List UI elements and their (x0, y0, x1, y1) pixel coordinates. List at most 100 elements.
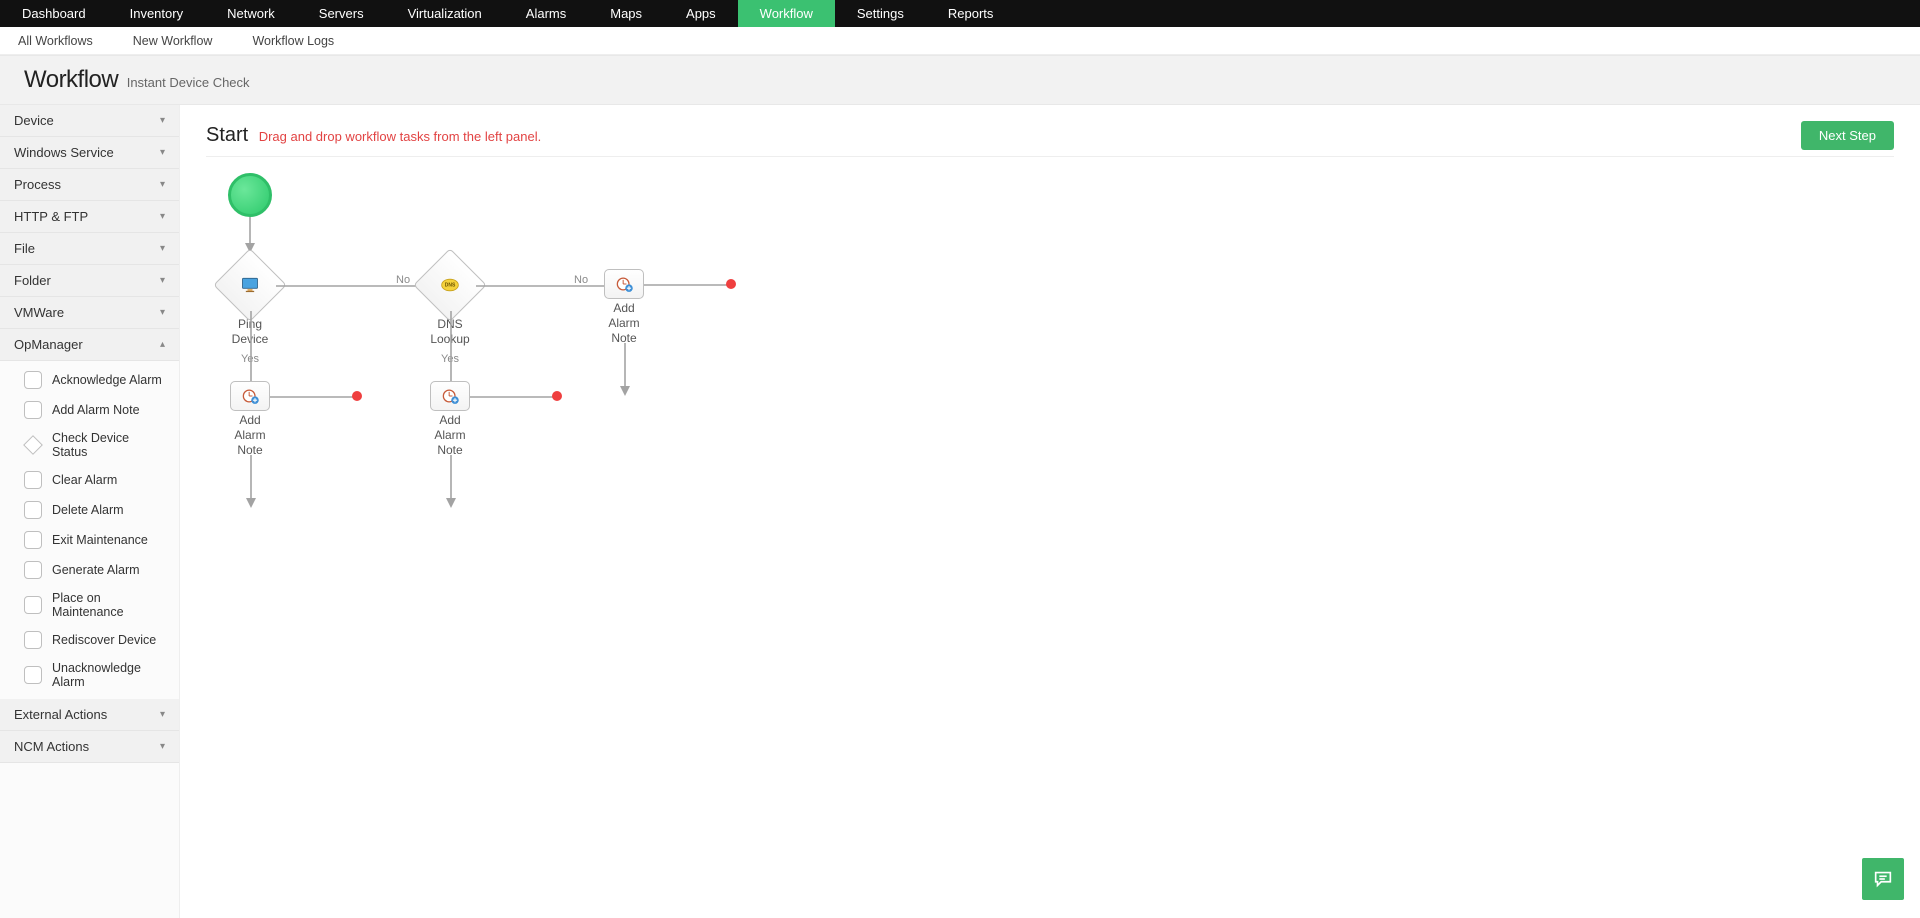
topnav-item-inventory[interactable]: Inventory (108, 0, 205, 27)
end-dot[interactable] (352, 391, 362, 401)
palette-task-label: Delete Alarm (52, 503, 124, 517)
palette-task-unacknowledge-alarm[interactable]: Unacknowledge Alarm (0, 655, 179, 695)
chevron-down-icon: ▾ (160, 115, 165, 126)
palette-group-label: Device (14, 113, 54, 128)
connector (449, 311, 453, 381)
node-add-alarm-note-top[interactable] (604, 269, 644, 299)
canvas-step-label: Start (206, 124, 248, 146)
palette-task-generate-alarm[interactable]: Generate Alarm (0, 555, 179, 585)
workflow-canvas[interactable]: Ping Device No DNS DNS Lookup No (206, 173, 1894, 733)
topnav-item-dashboard[interactable]: Dashboard (0, 0, 108, 27)
dns-icon: DNS (437, 275, 463, 295)
palette-group-http-ftp[interactable]: HTTP & FTP▾ (0, 201, 179, 233)
alarm-clock-add-icon (613, 274, 635, 294)
palette-task-label: Generate Alarm (52, 563, 140, 577)
palette-group-ncm-actions[interactable]: NCM Actions▾ (0, 731, 179, 763)
palette-task-exit-maintenance[interactable]: Exit Maintenance (0, 525, 179, 555)
rounded-shape-icon (24, 561, 42, 579)
palette-group-label: HTTP & FTP (14, 209, 88, 224)
connector (270, 395, 355, 399)
connector (470, 395, 555, 399)
topnav-item-maps[interactable]: Maps (588, 0, 664, 27)
main: Device▾Windows Service▾Process▾HTTP & FT… (0, 105, 1920, 918)
rounded-shape-icon (24, 371, 42, 389)
rounded-shape-icon (24, 666, 42, 684)
palette-group-vmware[interactable]: VMWare▾ (0, 297, 179, 329)
alarm-clock-add-icon (439, 386, 461, 406)
task-palette: Device▾Windows Service▾Process▾HTTP & FT… (0, 105, 180, 918)
palette-group-external-actions[interactable]: External Actions ▾ (0, 699, 179, 731)
canvas-hint: Drag and drop workflow tasks from the le… (259, 129, 542, 144)
start-node[interactable] (228, 173, 272, 217)
palette-task-label: Acknowledge Alarm (52, 373, 162, 387)
palette-group-label: NCM Actions (14, 739, 89, 754)
rounded-shape-icon (24, 596, 42, 614)
palette-task-label: Rediscover Device (52, 633, 156, 647)
canvas-header: Start Drag and drop workflow tasks from … (206, 121, 1894, 157)
connector (623, 343, 627, 398)
palette-group-windows-service[interactable]: Windows Service▾ (0, 137, 179, 169)
subnav-item-new-workflow[interactable]: New Workflow (133, 34, 213, 48)
connector (249, 217, 251, 253)
connector (449, 455, 453, 510)
topnav-item-workflow[interactable]: Workflow (738, 0, 835, 27)
palette-task-place-on-maintenance[interactable]: Place on Maintenance (0, 585, 179, 625)
palette-group-process[interactable]: Process▾ (0, 169, 179, 201)
topnav: DashboardInventoryNetworkServersVirtuali… (0, 0, 1920, 27)
node-add-alarm-note-mid[interactable] (430, 381, 470, 411)
end-dot[interactable] (552, 391, 562, 401)
topnav-item-reports[interactable]: Reports (926, 0, 1016, 27)
palette-task-acknowledge-alarm[interactable]: Acknowledge Alarm (0, 365, 179, 395)
edge-label-no: No (574, 274, 588, 286)
palette-task-clear-alarm[interactable]: Clear Alarm (0, 465, 179, 495)
palette-task-delete-alarm[interactable]: Delete Alarm (0, 495, 179, 525)
palette-group-label: OpManager (14, 337, 83, 352)
chat-fab[interactable] (1862, 858, 1904, 900)
palette-group-device[interactable]: Device ▾ (0, 105, 179, 137)
node-add-alarm-note-left-label: Add Alarm Note (225, 413, 275, 458)
palette-group-file[interactable]: File ▾ (0, 233, 179, 265)
chevron-down-icon: ▾ (160, 275, 165, 286)
subnav: All Workflows New Workflow Workflow Logs (0, 27, 1920, 55)
canvas-wrap: Start Drag and drop workflow tasks from … (180, 105, 1920, 918)
topnav-item-settings[interactable]: Settings (835, 0, 926, 27)
monitor-icon (237, 275, 263, 295)
rounded-shape-icon (24, 401, 42, 419)
palette-group-folder[interactable]: Folder▾ (0, 265, 179, 297)
rounded-shape-icon (24, 631, 42, 649)
chevron-down-icon: ▾ (160, 709, 165, 720)
page-subtitle: Instant Device Check (127, 75, 250, 90)
palette-task-label: Add Alarm Note (52, 403, 140, 417)
palette-task-rediscover-device[interactable]: Rediscover Device (0, 625, 179, 655)
chevron-down-icon: ▾ (160, 243, 165, 254)
topnav-item-virtualization[interactable]: Virtualization (386, 0, 504, 27)
node-add-alarm-note-left[interactable] (230, 381, 270, 411)
palette-group-opmanager[interactable]: OpManager▴ (0, 329, 179, 361)
palette-group-label: External Actions (14, 707, 107, 722)
subnav-item-workflow-logs[interactable]: Workflow Logs (252, 34, 334, 48)
rounded-shape-icon (24, 531, 42, 549)
next-step-button[interactable]: Next Step (1801, 121, 1894, 150)
chat-icon (1872, 868, 1894, 890)
palette-task-label: Place on Maintenance (52, 591, 165, 619)
palette-group-label: File (14, 241, 35, 256)
edge-label-no: No (396, 274, 410, 286)
subnav-item-all-workflows[interactable]: All Workflows (18, 34, 93, 48)
rounded-shape-icon (24, 471, 42, 489)
topnav-item-apps[interactable]: Apps (664, 0, 738, 27)
connector (249, 455, 253, 510)
palette-task-label: Unacknowledge Alarm (52, 661, 165, 689)
palette-task-check-device-status[interactable]: Check Device Status (0, 425, 179, 465)
topnav-item-servers[interactable]: Servers (297, 0, 386, 27)
palette-task-add-alarm-note[interactable]: Add Alarm Note (0, 395, 179, 425)
palette-group-label: Windows Service (14, 145, 114, 160)
svg-text:DNS: DNS (445, 283, 456, 289)
page-title: Workflow (24, 66, 118, 93)
palette-group-label: VMWare (14, 305, 64, 320)
palette-task-label: Clear Alarm (52, 473, 117, 487)
topnav-item-alarms[interactable]: Alarms (504, 0, 588, 27)
node-add-alarm-note-top-label: Add Alarm Note (599, 301, 649, 346)
topnav-item-network[interactable]: Network (205, 0, 297, 27)
page-title-bar: Workflow Instant Device Check (0, 55, 1920, 105)
end-dot[interactable] (726, 279, 736, 289)
